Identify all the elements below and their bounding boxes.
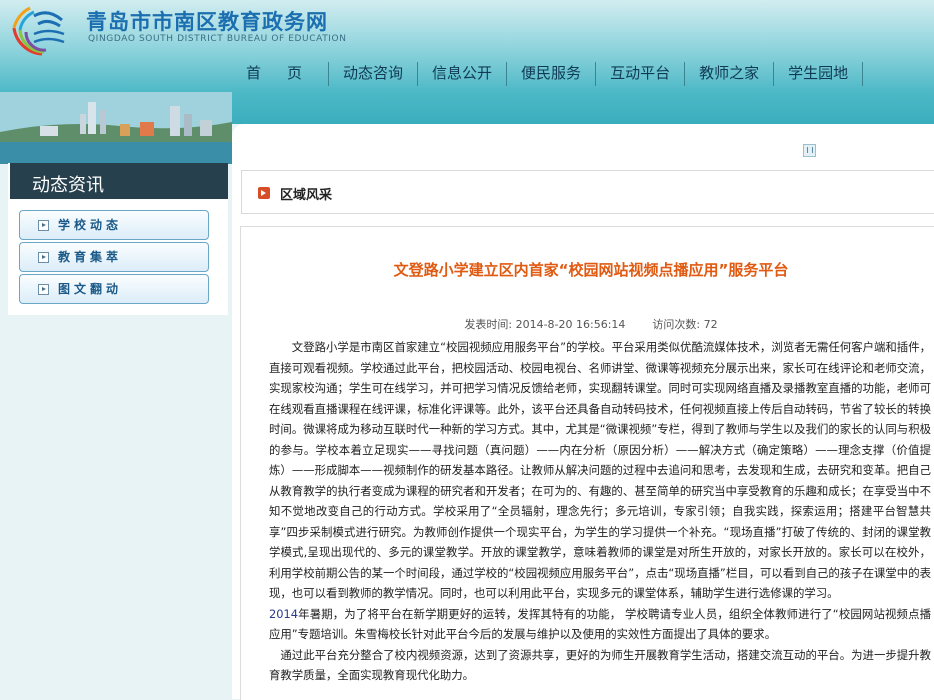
nav-teachers[interactable]: 教师之家 — [685, 62, 775, 86]
article-year: 2014 — [269, 606, 298, 621]
nav-interaction[interactable]: 互动平台 — [596, 62, 686, 86]
nav-info-disclosure[interactable]: 信息公开 — [418, 62, 508, 86]
publish-time: 2014-8-20 16:56:14 — [515, 318, 626, 331]
play-arrow-icon — [38, 252, 49, 263]
city-skyline-image — [0, 92, 232, 164]
breadcrumb: 区域风采 — [241, 170, 934, 214]
article-paragraph-2: 2014年暑期，为了将平台在新学期更好的运转，发挥其特有的功能， 学校聘请专业人… — [269, 604, 931, 645]
main-nav: 首页 动态咨询 信息公开 便民服务 互动平台 教师之家 学生园地 — [232, 62, 864, 86]
site-title: 青岛市市南区教育政务网 — [86, 10, 328, 34]
article: 文登路小学建立区内首家“校园网站视频点播应用”服务平台 发表时间: 2014-8… — [240, 226, 934, 700]
article-paragraph-text: 年暑期，为了将平台在新学期更好的运转，发挥其特有的功能， 学校聘请专业人员，组织… — [269, 606, 931, 642]
visit-count-label: 访问次数: — [652, 318, 701, 331]
sidebar-item-label: 学校动态 — [58, 218, 123, 232]
article-body: 文登路小学是市南区首家建立“校园视频应用服务平台”的学校。平台采用类似优酷流媒体… — [269, 337, 931, 686]
visit-count: 72 — [703, 318, 718, 331]
sidebar-item-photo-slides[interactable]: 图文翻动 — [19, 274, 209, 304]
sidebar-title-bar: 动态资讯 — [10, 163, 228, 199]
article-meta: 发表时间: 2014-8-20 16:56:14 访问次数: 72 — [241, 316, 934, 332]
article-title: 文登路小学建立区内首家“校园网站视频点播应用”服务平台 — [393, 261, 789, 279]
breadcrumb-label[interactable]: 区域风采 — [280, 184, 332, 203]
site-subtitle: QINGDAO SOUTH DISTRICT BUREAU OF EDUCATI… — [88, 34, 347, 44]
sidebar-item-label: 图文翻动 — [58, 282, 123, 296]
sidebar-title: 动态资讯 — [32, 175, 104, 196]
play-arrow-icon — [38, 220, 49, 231]
play-arrow-icon — [38, 284, 49, 295]
nav-news[interactable]: 动态咨询 — [329, 62, 419, 86]
sidebar-item-label: 教育集萃 — [58, 250, 123, 264]
article-paragraph: 文登路小学是市南区首家建立“校园视频应用服务平台”的学校。平台采用类似优酷流媒体… — [269, 340, 931, 600]
arrow-bullet-icon — [258, 187, 270, 199]
sidebar-item-school-news[interactable]: 学校动态 — [19, 210, 209, 240]
pause-icon[interactable] — [803, 144, 816, 157]
nav-home[interactable]: 首页 — [232, 62, 330, 86]
sidebar-item-education-highlights[interactable]: 教育集萃 — [19, 242, 209, 272]
publish-time-label: 发表时间: — [464, 318, 513, 331]
nav-services[interactable]: 便民服务 — [507, 62, 597, 86]
bureau-logo-icon — [12, 6, 65, 56]
article-paragraph-3: 通过此平台充分整合了校内视频资源，达到了资源共享，更好的为师生开展教育学生活动，… — [269, 647, 931, 683]
nav-students[interactable]: 学生园地 — [774, 62, 864, 86]
